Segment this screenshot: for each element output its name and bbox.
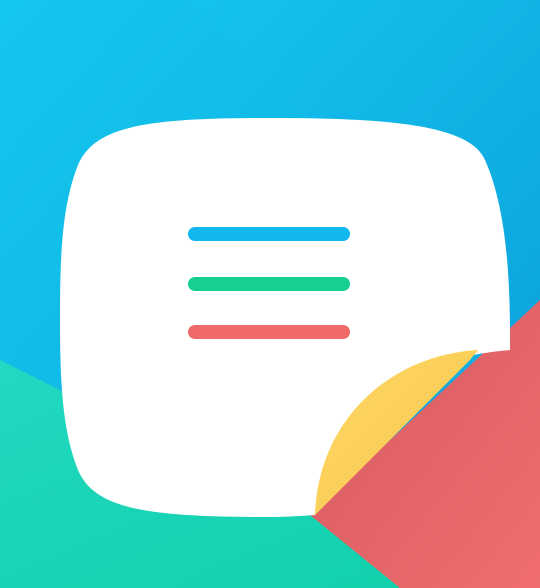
notes-app-icon <box>0 0 540 588</box>
note-line-green <box>188 277 350 291</box>
note-line-blue <box>188 227 350 241</box>
note-line-red <box>188 325 350 339</box>
app-icon-canvas <box>0 0 540 588</box>
